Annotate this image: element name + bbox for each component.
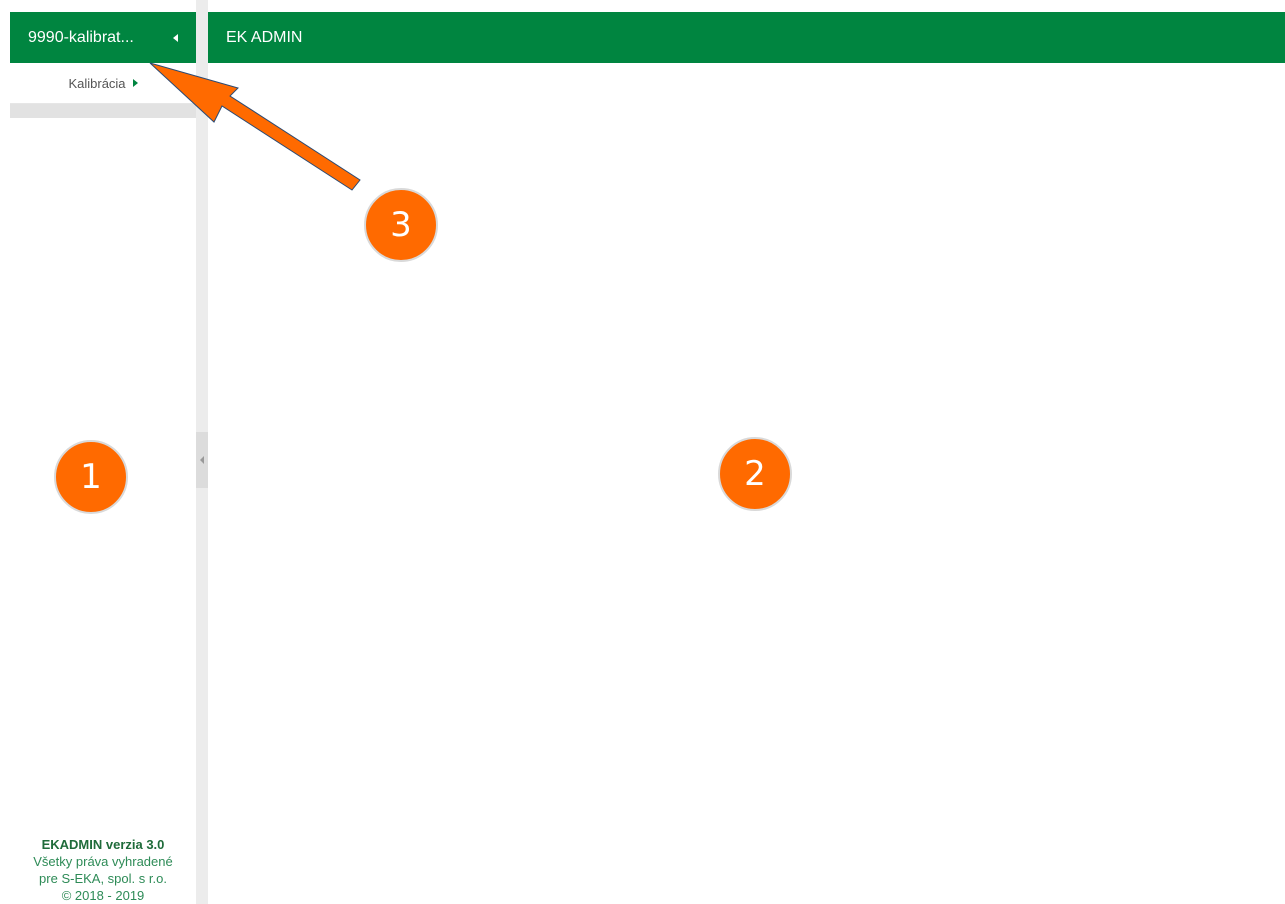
app-title: EK ADMIN: [226, 28, 303, 46]
app-window: 9990-kalibrat... Kalibrácia EKADMIN verz…: [0, 0, 1285, 904]
splitter-handle[interactable]: [196, 432, 208, 488]
copyright-label: © 2018 - 2019: [61, 888, 145, 903]
menu-divider: [10, 104, 196, 118]
annotation-marker-1: 1: [54, 440, 128, 514]
sidebar-item-label: Kalibrácia: [68, 75, 126, 91]
annotation-marker-2: 2: [718, 437, 792, 511]
sidebar-item-kalibracia[interactable]: Kalibrácia: [10, 63, 196, 104]
caret-left-icon: [200, 456, 204, 464]
sidebar-footer: EKADMIN verzia 3.0 Všetky práva vyhraden…: [10, 836, 196, 904]
sidebar-splitter[interactable]: [196, 0, 208, 904]
collapse-sidebar-icon[interactable]: [173, 33, 178, 42]
version-label: EKADMIN verzia 3.0: [41, 837, 165, 852]
caret-right-icon: [132, 79, 138, 87]
annotation-marker-3: 3: [364, 188, 438, 262]
top-bar: EK ADMIN: [208, 12, 1285, 63]
company-label: pre S-EKA, spol. s r.o.: [39, 871, 167, 886]
sidebar-header[interactable]: 9990-kalibrat...: [10, 12, 196, 63]
sidebar-title: 9990-kalibrat...: [28, 28, 134, 46]
rights-label: Všetky práva vyhradené: [33, 854, 173, 869]
